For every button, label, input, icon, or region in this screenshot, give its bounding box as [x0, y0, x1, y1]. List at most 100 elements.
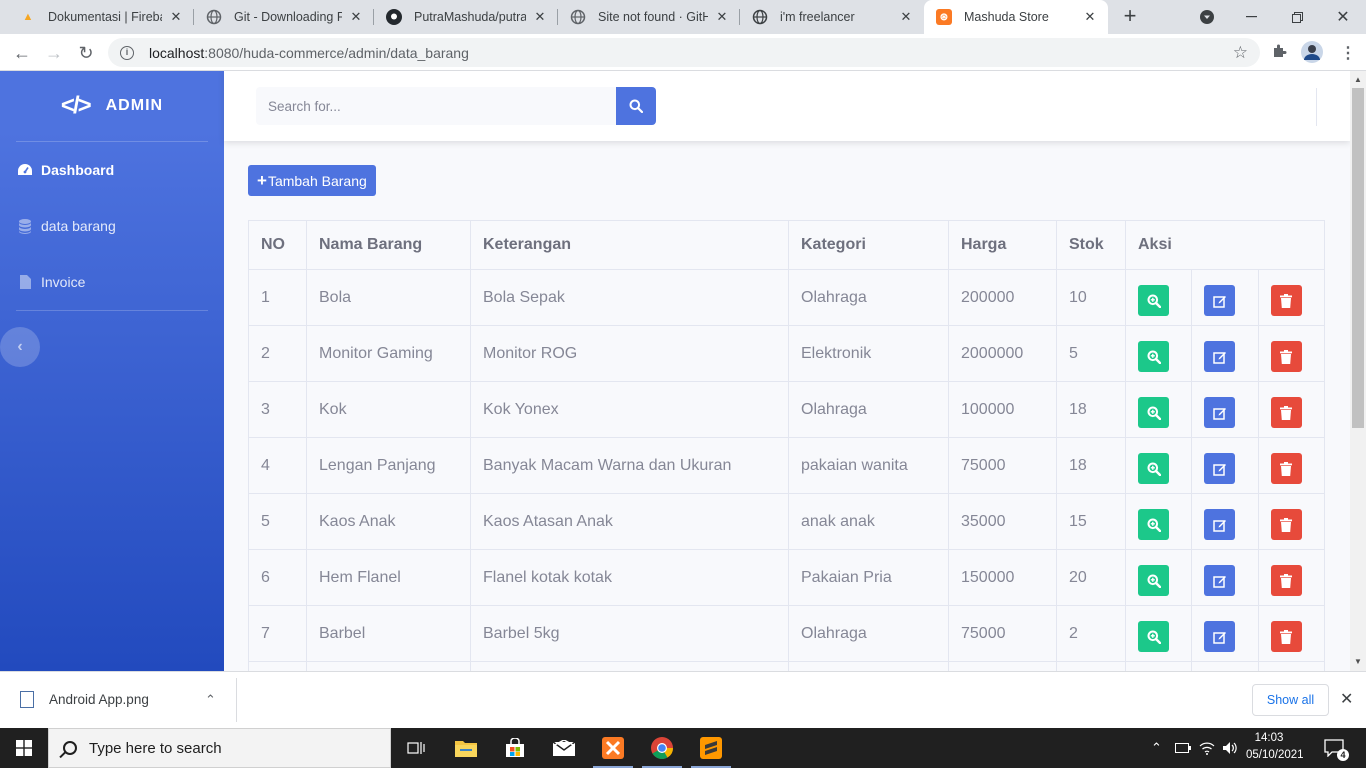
cell-empty [1056, 661, 1126, 671]
close-icon[interactable]: ✕ [532, 9, 548, 25]
close-window-button[interactable]: ✕ [1320, 0, 1366, 34]
detail-button[interactable] [1138, 509, 1169, 540]
windows-start-button[interactable] [0, 728, 48, 768]
cell-action [1191, 381, 1259, 438]
file-explorer-icon[interactable] [442, 728, 490, 768]
cell-no: 7 [248, 605, 307, 662]
show-all-button[interactable]: Show all [1252, 684, 1329, 716]
browser-tab[interactable]: PutraMashuda/putram ✕ [374, 0, 558, 34]
back-arrow-icon[interactable]: ← [10, 41, 34, 65]
close-icon[interactable]: ✕ [898, 9, 914, 25]
delete-button[interactable] [1270, 453, 1302, 484]
detail-button[interactable] [1138, 397, 1169, 428]
close-icon[interactable]: ✕ [714, 9, 730, 25]
microsoft-store-icon[interactable] [491, 728, 539, 768]
chrome-icon[interactable] [638, 728, 686, 768]
restore-button[interactable] [1274, 0, 1320, 34]
profile-menu-icon[interactable] [1184, 0, 1230, 34]
delete-button[interactable] [1270, 565, 1302, 596]
browser-tab[interactable]: Site not found · GitHu ✕ [558, 0, 740, 34]
tachometer-icon [17, 162, 33, 178]
cell-action [1124, 269, 1193, 326]
sidebar-item-dashboard[interactable]: Dashboard [0, 142, 224, 198]
battery-icon[interactable] [1175, 728, 1191, 768]
edit-button[interactable] [1204, 397, 1236, 428]
detail-button[interactable] [1138, 285, 1169, 316]
table-row: 7 Barbel Barbel 5kg Olahraga 75000 2 [248, 605, 1326, 662]
sidebar-item-invoice[interactable]: Invoice [0, 254, 224, 310]
bookmark-star-icon[interactable]: ☆ [1233, 43, 1248, 63]
close-icon[interactable]: ✕ [168, 9, 184, 25]
cell-stok: 10 [1056, 269, 1126, 326]
edit-button[interactable] [1204, 509, 1236, 540]
browser-tab[interactable]: Git - Downloading Pac ✕ [194, 0, 374, 34]
kebab-menu-icon[interactable]: ⋮ [1340, 43, 1356, 63]
download-item[interactable]: Android App.png [20, 691, 149, 708]
edit-button[interactable] [1204, 621, 1236, 652]
trash-icon [1280, 629, 1293, 644]
detail-button[interactable] [1138, 565, 1169, 596]
page-scrollbar[interactable]: ▲ ▼ [1350, 71, 1366, 671]
detail-button[interactable] [1138, 621, 1169, 652]
detail-button[interactable] [1138, 341, 1169, 372]
browser-tab[interactable]: i'm freelancer ✕ [740, 0, 924, 34]
sidebar-item-data-barang[interactable]: data barang [0, 198, 224, 254]
notification-center-icon[interactable]: 4 [1324, 728, 1349, 768]
extensions-puzzle-icon[interactable] [1271, 43, 1287, 64]
tray-chevron-up-icon[interactable]: ⌃ [1151, 728, 1162, 768]
table-row: 2 Monitor Gaming Monitor ROG Elektronik 2000… [248, 325, 1326, 382]
wifi-icon[interactable] [1199, 728, 1215, 768]
delete-button[interactable] [1270, 509, 1302, 540]
trash-icon [1280, 349, 1293, 364]
url-text[interactable]: localhost:8080/huda-commerce/admin/data_… [149, 45, 469, 61]
taskbar-clock[interactable]: 14:03 05/10/2021 [1246, 730, 1304, 764]
edit-button[interactable] [1204, 341, 1236, 372]
delete-button[interactable] [1270, 341, 1302, 372]
xampp-icon[interactable] [589, 728, 637, 768]
cell-kategori: Olahraga [788, 269, 949, 326]
chevron-up-icon[interactable]: ⌃ [205, 692, 216, 708]
scroll-up-arrow-icon[interactable]: ▲ [1354, 75, 1362, 84]
scrollbar-thumb[interactable] [1352, 88, 1364, 428]
cell-action [1124, 381, 1193, 438]
sublime-text-icon[interactable] [687, 728, 735, 768]
detail-button[interactable] [1138, 453, 1169, 484]
search-button[interactable] [616, 87, 656, 125]
browser-tab[interactable]: ▲ Dokumentasi | Fireba ✕ [8, 0, 194, 34]
sidebar-divider [16, 310, 208, 311]
sidebar-brand[interactable]: </> ADMIN [0, 71, 224, 141]
delete-button[interactable] [1270, 397, 1302, 428]
scroll-down-arrow-icon[interactable]: ▼ [1354, 657, 1362, 666]
edit-button[interactable] [1204, 453, 1236, 484]
delete-button[interactable] [1270, 621, 1302, 652]
browser-tab-active[interactable]: ⊛ Mashuda Store ✕ [924, 0, 1108, 34]
cell-no: 6 [248, 549, 307, 606]
close-icon[interactable]: ✕ [1340, 689, 1353, 709]
volume-icon[interactable] [1222, 728, 1238, 768]
taskbar-search-box[interactable]: Type here to search [48, 728, 391, 768]
edit-button[interactable] [1204, 285, 1236, 316]
new-tab-button[interactable]: + [1118, 5, 1142, 29]
minimize-button[interactable] [1228, 0, 1274, 34]
browser-tab-strip: ▲ Dokumentasi | Fireba ✕ Git - Downloadi… [0, 0, 1366, 34]
sidebar: </> ADMIN Dashboard data barang Invoice … [0, 71, 224, 671]
mail-icon[interactable] [540, 728, 588, 768]
profile-avatar[interactable] [1301, 41, 1323, 68]
add-item-button[interactable]: + Tambah Barang [248, 165, 376, 196]
sidebar-toggle-button[interactable]: ‹ [0, 327, 40, 367]
topbar [224, 71, 1350, 141]
close-icon[interactable]: ✕ [348, 9, 364, 25]
cell-kategori: Olahraga [788, 381, 949, 438]
reload-icon[interactable]: ↻ [74, 41, 98, 65]
edit-button[interactable] [1204, 565, 1236, 596]
cell-empty [948, 661, 1057, 671]
forward-arrow-icon[interactable]: → [42, 41, 66, 65]
edit-icon [1213, 406, 1227, 420]
close-icon[interactable]: ✕ [1082, 9, 1098, 25]
search-input[interactable] [256, 87, 616, 125]
info-icon[interactable]: i [120, 45, 134, 60]
task-view-icon[interactable] [392, 728, 440, 768]
table-row [248, 661, 1326, 671]
address-bar[interactable]: i localhost:8080/huda-commerce/admin/dat… [108, 38, 1260, 67]
delete-button[interactable] [1270, 285, 1302, 316]
